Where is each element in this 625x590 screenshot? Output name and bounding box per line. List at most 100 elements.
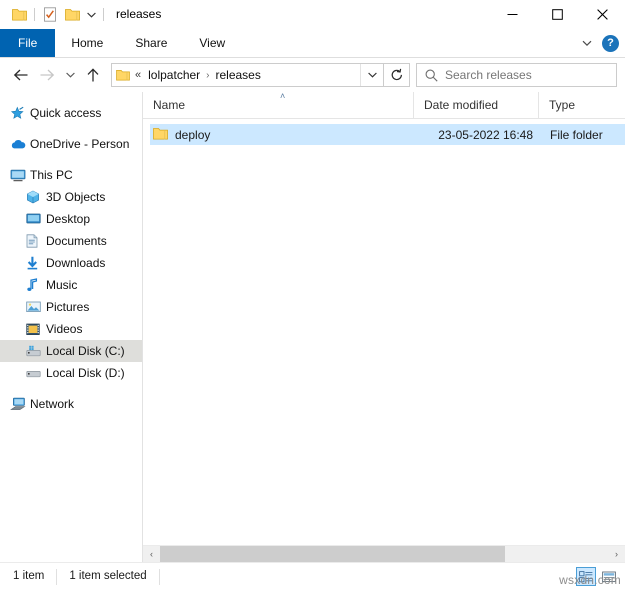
status-bar: 1 item 1 item selected (0, 562, 625, 590)
search-placeholder: Search releases (445, 68, 532, 82)
sidebar-item-local-disk-c[interactable]: Local Disk (C:) (0, 340, 142, 362)
tab-view[interactable]: View (183, 29, 241, 57)
file-type: File folder (545, 128, 625, 142)
new-folder-icon[interactable] (61, 4, 83, 26)
view-mode-buttons (576, 567, 619, 586)
sidebar-item-onedrive[interactable]: OneDrive - Person (0, 133, 142, 155)
desktop-icon (26, 213, 46, 225)
details-view-button[interactable] (576, 567, 596, 586)
file-name-label: deploy (175, 128, 210, 142)
address-bar: « lolpatcher › releases Search releases (0, 58, 625, 92)
sidebar-item-label: Local Disk (C:) (46, 344, 125, 358)
file-list[interactable]: deploy 23-05-2022 16:48 File folder (143, 119, 625, 545)
sidebar-item-videos[interactable]: Videos (0, 318, 142, 340)
back-button[interactable] (8, 62, 34, 88)
sidebar-item-label: Pictures (46, 300, 89, 314)
tab-share[interactable]: Share (119, 29, 183, 57)
status-item-count: 1 item (0, 567, 56, 586)
sidebar-item-label: Music (46, 278, 77, 292)
up-button[interactable] (80, 62, 106, 88)
maximize-button[interactable] (535, 0, 580, 29)
tab-home[interactable]: Home (55, 29, 119, 57)
file-list-pane: Name ˄ Date modified Type (143, 92, 625, 562)
toolbar-separator-2 (103, 8, 104, 21)
quick-access-toolbar (0, 4, 108, 26)
recent-locations-chevron-down-icon[interactable] (60, 62, 80, 88)
column-header-type[interactable]: Type (538, 92, 625, 118)
drive-icon (26, 367, 46, 379)
tab-file[interactable]: File (0, 29, 55, 57)
sidebar-item-pictures[interactable]: Pictures (0, 296, 142, 318)
close-button[interactable] (580, 0, 625, 29)
minimize-button[interactable] (490, 0, 535, 29)
sidebar-item-label: 3D Objects (46, 190, 105, 204)
expand-ribbon-chevron-down-icon[interactable] (578, 34, 596, 52)
video-film-icon (26, 323, 46, 336)
sidebar-item-music[interactable]: Music (0, 274, 142, 296)
breadcrumb-overflow[interactable]: « (134, 69, 145, 81)
forward-button[interactable] (34, 62, 60, 88)
breadcrumb-item-releases[interactable]: releases (213, 64, 264, 86)
sidebar-item-label: Local Disk (D:) (46, 366, 125, 380)
refresh-button[interactable] (384, 63, 410, 87)
column-header-date-modified[interactable]: Date modified (413, 92, 538, 118)
sidebar-item-label: Network (30, 397, 74, 411)
sidebar-item-local-disk-d[interactable]: Local Disk (D:) (0, 362, 142, 384)
monitor-icon (10, 169, 30, 182)
window-title: releases (116, 0, 161, 29)
sort-ascending-caret-icon: ˄ (280, 92, 285, 101)
table-row[interactable]: deploy 23-05-2022 16:48 File folder (150, 124, 625, 145)
window-controls (490, 0, 625, 29)
sidebar-item-downloads[interactable]: Downloads (0, 252, 142, 274)
network-icon (10, 397, 30, 411)
breadcrumb[interactable]: « lolpatcher › releases (111, 63, 384, 87)
ribbon-right-controls: ? (578, 29, 619, 57)
properties-icon[interactable] (39, 4, 61, 26)
ribbon-tab-strip: File Home Share View ? (0, 29, 625, 58)
navigation-pane: Quick access OneDrive - Person (0, 92, 143, 562)
scroll-left-arrow-icon[interactable]: ‹ (143, 546, 160, 562)
explorer-body: Quick access OneDrive - Person (0, 92, 625, 562)
sidebar-item-label: Desktop (46, 212, 90, 226)
sidebar-item-3d-objects[interactable]: 3D Objects (0, 186, 142, 208)
pin-star-icon (10, 106, 30, 121)
document-icon (26, 234, 46, 248)
scrollbar-thumb[interactable] (160, 546, 505, 562)
search-input[interactable]: Search releases (416, 63, 617, 87)
toolbar-separator (34, 8, 35, 21)
file-date-modified: 23-05-2022 16:48 (420, 128, 545, 142)
file-explorer-window: releases File Home Share View ? (0, 0, 625, 590)
status-selection-info: 1 item selected (57, 567, 158, 586)
sidebar-item-label: OneDrive - Person (30, 137, 129, 151)
breadcrumb-chevron-down-icon[interactable] (360, 64, 383, 86)
breadcrumb-folder-icon[interactable] (112, 69, 134, 81)
large-icons-view-button[interactable] (599, 567, 619, 586)
sidebar-item-label: Downloads (46, 256, 105, 270)
picture-icon (26, 301, 46, 313)
column-header-label: Type (549, 98, 575, 112)
title-bar: releases (0, 0, 625, 29)
breadcrumb-item-lolpatcher[interactable]: lolpatcher (145, 64, 203, 86)
scrollbar-track[interactable] (160, 546, 608, 562)
column-header-row: Name ˄ Date modified Type (143, 92, 625, 119)
column-header-name[interactable]: Name ˄ (143, 92, 413, 118)
column-header-label: Name (153, 98, 185, 112)
folder-icon (153, 127, 168, 143)
breadcrumb-separator-1[interactable]: › (203, 70, 212, 81)
cube-icon (26, 190, 46, 204)
sidebar-item-quick-access[interactable]: Quick access (0, 102, 142, 124)
sidebar-item-network[interactable]: Network (0, 393, 142, 415)
sidebar-item-this-pc[interactable]: This PC (0, 164, 142, 186)
sidebar-item-desktop[interactable]: Desktop (0, 208, 142, 230)
horizontal-scrollbar[interactable]: ‹ › (143, 545, 625, 562)
help-button[interactable]: ? (602, 35, 619, 52)
scroll-right-arrow-icon[interactable]: › (608, 546, 625, 562)
status-divider-2 (159, 569, 160, 585)
folder-icon[interactable] (8, 4, 30, 26)
customize-quick-access-chevron-down-icon[interactable] (83, 5, 99, 25)
sidebar-item-documents[interactable]: Documents (0, 230, 142, 252)
search-icon (417, 69, 445, 82)
column-header-label: Date modified (424, 98, 498, 112)
file-name-cell: deploy (150, 127, 420, 143)
sidebar-item-label: Quick access (30, 106, 101, 120)
